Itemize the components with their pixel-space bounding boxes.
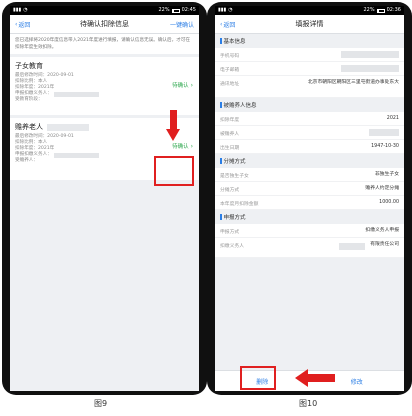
wifi-icon: ◔ xyxy=(228,7,233,13)
arrow-down-annotation xyxy=(166,110,180,142)
figure-caption: 图9 xyxy=(94,399,108,408)
chevron-left-icon: ‹ xyxy=(15,20,18,28)
row-withholder: 扣缴义务人 有限责任公司 xyxy=(215,238,404,258)
wifi-icon: ◔ xyxy=(23,7,28,13)
figure-caption: 图10 xyxy=(299,399,318,408)
redacted-block xyxy=(53,152,99,158)
screen-report-detail: ▮▮▮ ◔ 22% 02:36 ‹ 返回 填报详情 基本信息 手机号码 电子邮箱… xyxy=(215,6,404,391)
section-marker xyxy=(220,102,222,108)
row-birth-date: 出生日期 1947-10-30 xyxy=(215,140,404,154)
signal-icon: ▮▮▮ xyxy=(13,7,22,13)
back-label: 返回 xyxy=(223,21,236,29)
screen-pending-confirm: ▮▮▮ ◔ 22% 02:45 ‹ 返回 待确认扣除信息 一键确认 您已选择将2… xyxy=(10,6,199,391)
section-marker xyxy=(220,158,222,164)
redacted-block xyxy=(53,91,99,97)
field-stage: 受教育阶段： xyxy=(15,97,43,102)
tutorial-figure: ▮▮▮ ◔ 22% 02:45 ‹ 返回 待确认扣除信息 一键确认 您已选择将2… xyxy=(0,0,412,416)
phone-frame-left: ▮▮▮ ◔ 22% 02:45 ‹ 返回 待确认扣除信息 一键确认 您已选择将2… xyxy=(2,2,207,395)
section-marker xyxy=(220,38,222,44)
status-bar: ▮▮▮ ◔ 22% 02:45 xyxy=(10,6,199,15)
row-split-method: 分摊方式 赡养人约定分摊 xyxy=(215,182,404,196)
redacted-block xyxy=(47,123,90,131)
chevron-left-icon: ‹ xyxy=(220,20,223,28)
battery-icon xyxy=(376,8,385,13)
signal-icon: ▮▮▮ xyxy=(218,7,227,13)
highlight-box xyxy=(154,156,194,186)
row-dependent-name: 被赡养人 xyxy=(215,126,404,140)
field-dependent: 受赡养人： xyxy=(15,158,38,163)
redacted-block xyxy=(339,243,365,250)
row-monthly-amount: 本年度月扣除金额 1000.00 xyxy=(215,196,404,210)
redacted-block xyxy=(341,51,399,58)
battery-icon xyxy=(171,8,180,13)
redacted-block xyxy=(369,129,399,136)
chevron-right-icon: › xyxy=(188,82,193,89)
card-child-education[interactable]: 子女教育 最后修改时间：2020-09-01 扣除比例：本人 扣除年度：2021… xyxy=(10,57,199,115)
status-bar: ▮▮▮ ◔ 22% 02:36 xyxy=(215,6,404,15)
redacted-block xyxy=(341,65,399,72)
phone-frame-right: ▮▮▮ ◔ 22% 02:36 ‹ 返回 填报详情 基本信息 手机号码 电子邮箱… xyxy=(207,2,412,395)
section-marker xyxy=(220,214,222,220)
card-title: 子女教育 xyxy=(15,62,43,70)
section-report-method: 申报方式 xyxy=(215,210,404,224)
back-button[interactable]: ‹ 返回 xyxy=(220,20,235,29)
card-title: 赡养老人 xyxy=(15,123,43,131)
battery-percent: 22% xyxy=(158,7,170,13)
row-only-child: 是否独生子女 非独生子女 xyxy=(215,168,404,182)
pending-confirm-link[interactable]: 待确认 › xyxy=(172,142,193,150)
nav-bar: ‹ 返回 待确认扣除信息 一键确认 xyxy=(10,15,199,34)
status-time: 02:45 xyxy=(181,7,196,13)
section-basic-info: 基本信息 xyxy=(215,34,404,48)
chevron-right-icon: › xyxy=(188,143,193,150)
arrow-left-annotation xyxy=(295,369,335,387)
row-email: 电子邮箱 xyxy=(215,62,404,76)
section-dependent-info: 被赡养人信息 xyxy=(215,98,404,112)
row-phone: 手机号码 xyxy=(215,48,404,62)
row-deduct-year: 扣除年度 2021 xyxy=(215,112,404,126)
notice-text: 您已选择将2020年度信息带入2021年度进行填报，请确认信息无误。确认后，才可… xyxy=(10,34,199,54)
confirm-all-button[interactable]: 一键确认 xyxy=(170,20,194,29)
nav-bar: ‹ 返回 填报详情 xyxy=(215,15,404,34)
edit-button[interactable]: 修改 xyxy=(351,377,363,386)
highlight-box xyxy=(240,366,276,390)
back-label: 返回 xyxy=(18,21,31,29)
row-report-method: 申报方式 扣缴义务人申报 xyxy=(215,224,404,238)
status-time: 02:36 xyxy=(386,7,401,13)
section-split-method: 分摊方式 xyxy=(215,154,404,168)
back-button[interactable]: ‹ 返回 xyxy=(15,20,30,29)
pending-confirm-link[interactable]: 待确认 › xyxy=(172,81,193,89)
battery-percent: 22% xyxy=(363,7,375,13)
page-title: 填报详情 xyxy=(295,20,324,28)
row-address: 通讯地址 北京市朝阳区朝阳区三里屯街道办事处东大 xyxy=(215,76,404,98)
